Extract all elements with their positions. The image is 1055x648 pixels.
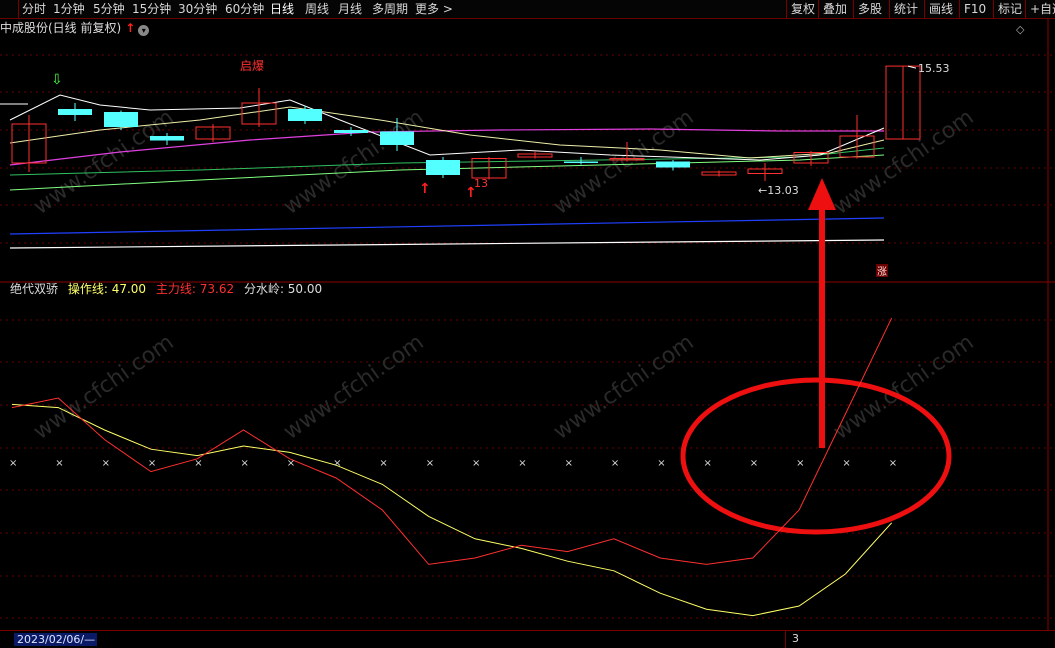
watershed-marker: × bbox=[426, 458, 434, 469]
watermark-text: www.cfchi.com bbox=[549, 330, 698, 445]
breakout-annotation: 启爆 bbox=[240, 59, 264, 73]
candle-body-down bbox=[58, 109, 92, 115]
watermark-text: www.cfchi.com bbox=[829, 105, 978, 220]
main-force-line-label: 主力线: 73.62 bbox=[155, 282, 235, 296]
up-arrow-icon: ↑ bbox=[419, 181, 431, 197]
watermark-text: www.cfchi.com bbox=[29, 105, 178, 220]
watershed-marker: × bbox=[889, 458, 897, 469]
high-price-label: 15.53 bbox=[918, 62, 950, 75]
toolbar-tab-0[interactable]: 分时 bbox=[22, 1, 46, 17]
operation-line bbox=[11, 403, 893, 617]
watershed-marker: × bbox=[842, 458, 850, 469]
toolbar-right-2[interactable]: 多股 bbox=[858, 1, 882, 17]
toolbar-right-0[interactable]: 复权 bbox=[791, 1, 815, 17]
toolbar-separator bbox=[853, 0, 854, 18]
toolbar-right-6[interactable]: 标记 bbox=[998, 1, 1022, 17]
watershed-marker: × bbox=[796, 458, 804, 469]
watershed-marker: × bbox=[565, 458, 573, 469]
toolbar-tab-9[interactable]: 多周期 bbox=[372, 1, 408, 17]
rise-marker: 涨 bbox=[877, 266, 887, 278]
candle-body-down bbox=[104, 112, 138, 127]
watershed-marker: × bbox=[9, 458, 17, 469]
watershed-marker: × bbox=[379, 458, 387, 469]
period-toolbar: 分时 1分钟 5分钟 15分钟 30分钟 60分钟 日线 周线 月线 多周期 更多 > 复权 叠加 多股统… bbox=[0, 0, 1055, 19]
toolbar-tab-10[interactable]: 更多 > bbox=[415, 1, 453, 17]
watermark-text: www.cfchi.com bbox=[829, 330, 978, 445]
ma-long-blue bbox=[9, 217, 885, 235]
up-arrow-icon: ↑ bbox=[465, 185, 477, 201]
toolbar-separator bbox=[818, 0, 819, 18]
scroll-tick bbox=[785, 631, 786, 648]
toolbar-right-7[interactable]: +自选 bbox=[1030, 1, 1055, 17]
toolbar-right-4[interactable]: 画线 bbox=[929, 1, 953, 17]
watershed-marker: × bbox=[611, 458, 619, 469]
down-arrow-icon: ⇩ bbox=[51, 72, 63, 88]
watershed-marker: × bbox=[194, 458, 202, 469]
toolbar-tab-5[interactable]: 60分钟 bbox=[225, 1, 264, 17]
indicator-title: 绝代双骄 操作线: 47.00 主力线: 73.62 分水岭: 50.00 bbox=[0, 282, 322, 297]
highlight-arrow-head bbox=[808, 178, 836, 210]
toolbar-separator bbox=[18, 0, 19, 18]
chart-canvas: www.cfchi.com www.cfchi.com www.cfchi.com w… bbox=[0, 19, 1055, 631]
toolbar-separator bbox=[924, 0, 925, 18]
indicator-name: 绝代双骄 bbox=[10, 282, 59, 296]
watershed-marker: × bbox=[472, 458, 480, 469]
toolbar-tab-6[interactable]: 日线 bbox=[270, 1, 294, 17]
toolbar-right-1[interactable]: 叠加 bbox=[823, 1, 847, 17]
watershed-marker: × bbox=[333, 458, 341, 469]
toolbar-tab-1[interactable]: 1分钟 bbox=[53, 1, 85, 17]
candle-body-down bbox=[426, 160, 460, 175]
watershed-marker: × bbox=[518, 458, 526, 469]
candle-body-down bbox=[380, 131, 414, 145]
watershed-line-label: 分水岭: 50.00 bbox=[243, 282, 323, 296]
watershed-marker: × bbox=[148, 458, 156, 469]
toolbar-tab-8[interactable]: 月线 bbox=[338, 1, 362, 17]
candle-body-down bbox=[564, 161, 598, 163]
watermark-text: www.cfchi.com bbox=[29, 330, 178, 445]
toolbar-tab-3[interactable]: 15分钟 bbox=[132, 1, 171, 17]
watermark-text: www.cfchi.com bbox=[279, 105, 428, 220]
candle-body-down bbox=[334, 130, 368, 133]
toolbar-right-3[interactable]: 统计 bbox=[894, 1, 918, 17]
low-price-label: ←13.03 bbox=[758, 184, 799, 197]
toolbar-separator bbox=[889, 0, 890, 18]
status-bar: 2023/02/06/— 3 bbox=[0, 630, 1055, 648]
toolbar-right-5[interactable]: F10 bbox=[964, 1, 986, 17]
candle-body-down bbox=[288, 109, 322, 121]
watershed-marker: × bbox=[657, 458, 665, 469]
watershed-marker: × bbox=[102, 458, 110, 469]
watershed-marker: × bbox=[241, 458, 249, 469]
operation-line-label: 操作线: 47.00 bbox=[67, 282, 147, 296]
toolbar-separator bbox=[993, 0, 994, 18]
page-number: 3 bbox=[792, 632, 799, 645]
watershed-marker: × bbox=[55, 458, 63, 469]
watershed-marker: × bbox=[287, 458, 295, 469]
toolbar-tab-2[interactable]: 5分钟 bbox=[93, 1, 125, 17]
toolbar-tab-4[interactable]: 30分钟 bbox=[178, 1, 217, 17]
ma-long-white bbox=[9, 239, 885, 249]
highlight-ellipse bbox=[680, 377, 952, 535]
watershed-marker: × bbox=[750, 458, 758, 469]
toolbar-separator bbox=[1025, 0, 1026, 18]
candle-body-down bbox=[150, 136, 184, 141]
date-cursor-label[interactable]: 2023/02/06/— bbox=[14, 633, 97, 646]
toolbar-separator bbox=[786, 0, 787, 18]
candle-body-down bbox=[656, 161, 690, 168]
watermark-text: www.cfchi.com bbox=[279, 330, 428, 445]
toolbar-separator bbox=[959, 0, 960, 18]
toolbar-tab-7[interactable]: 周线 bbox=[305, 1, 329, 17]
watershed-marker: × bbox=[704, 458, 712, 469]
